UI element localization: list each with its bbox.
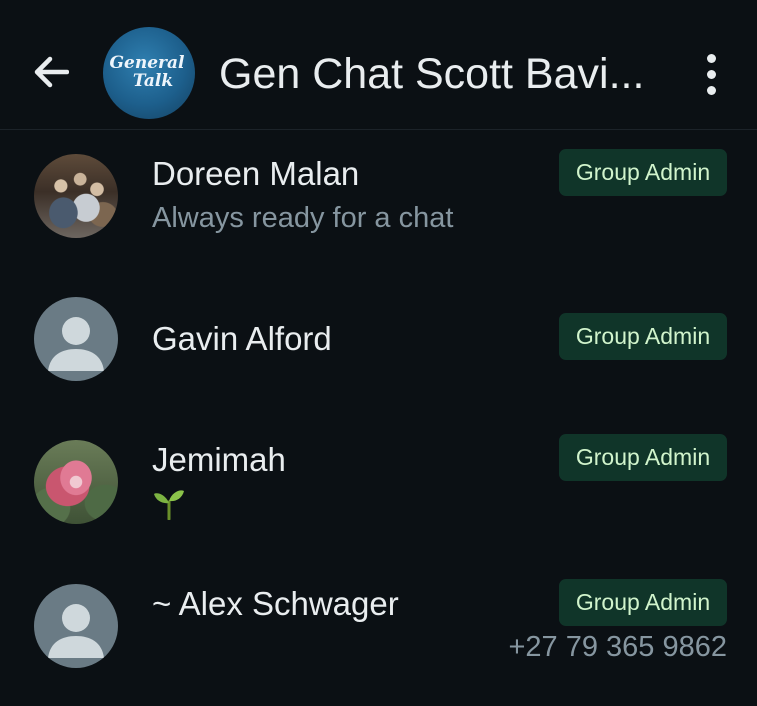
- member-row[interactable]: Jemimah Group Admin: [0, 416, 757, 546]
- chat-header: General Talk Gen Chat Scott Bavi...: [0, 0, 757, 130]
- seedling-icon: [154, 490, 184, 520]
- group-admin-badge: Group Admin: [559, 149, 727, 196]
- group-avatar-logo-text-2: Talk: [132, 71, 174, 91]
- more-options-button[interactable]: [690, 48, 732, 100]
- member-avatar-photo[interactable]: [34, 440, 118, 524]
- member-name: Gavin Alford: [152, 320, 332, 357]
- more-vertical-icon-dot: [706, 85, 716, 95]
- more-vertical-icon-dot: [706, 69, 716, 79]
- member-row[interactable]: Doreen Malan Always ready for a chat Gro…: [0, 130, 757, 260]
- group-avatar[interactable]: General Talk: [103, 27, 195, 119]
- group-admin-badge: Group Admin: [559, 579, 727, 626]
- default-person-icon[interactable]: [34, 584, 118, 668]
- member-phone: +27 79 365 9862: [508, 631, 727, 663]
- member-name: Doreen Malan: [152, 155, 360, 192]
- back-button[interactable]: [24, 48, 78, 96]
- arrow-left-icon: [34, 56, 69, 88]
- chat-title[interactable]: Gen Chat Scott Bavi...: [219, 46, 659, 102]
- member-about: Always ready for a chat: [152, 202, 454, 234]
- group-admin-badge: Group Admin: [559, 434, 727, 481]
- member-row[interactable]: ~ Alex Schwager Group Admin +27 79 365 9…: [0, 560, 757, 690]
- member-name: Jemimah: [152, 441, 286, 478]
- member-row[interactable]: Gavin Alford Group Admin: [0, 273, 757, 403]
- more-vertical-icon-dot: [706, 53, 716, 63]
- member-name: ~ Alex Schwager: [152, 585, 399, 622]
- group-admin-badge: Group Admin: [559, 313, 727, 360]
- default-person-icon[interactable]: [34, 297, 118, 381]
- member-avatar-photo[interactable]: [34, 154, 118, 238]
